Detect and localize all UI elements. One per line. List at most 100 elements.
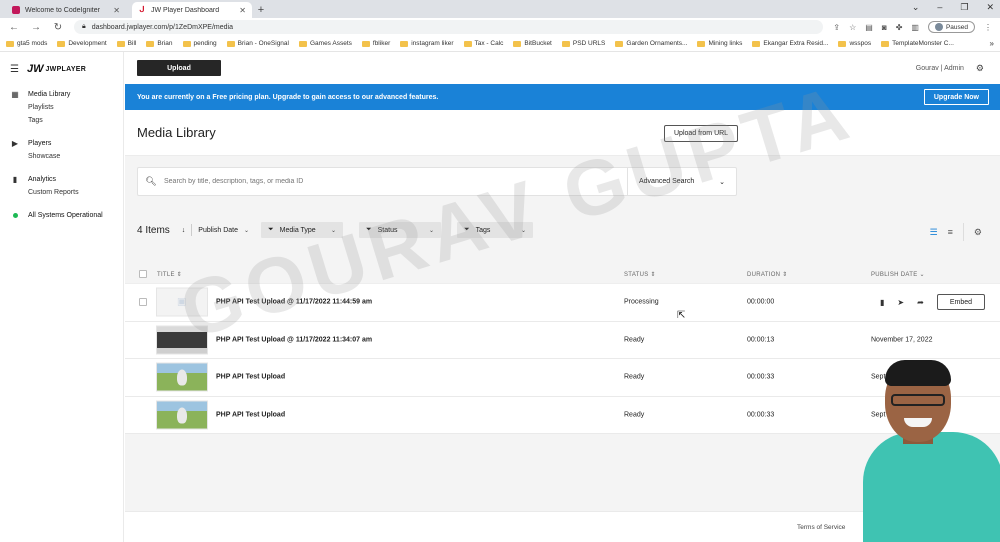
profile-status: Paused: [945, 23, 968, 31]
media-title[interactable]: PHP API Test Upload @ 11/17/2022 11:34:0…: [216, 336, 372, 343]
browser-tab-codeigniter[interactable]: Welcome to CodeIgniter ✕: [6, 2, 126, 18]
sidebar-item-showcase[interactable]: Showcase: [10, 150, 123, 163]
status-filter[interactable]: ⏷ Status ⌄: [359, 222, 442, 238]
nav-group-status: All Systems Operational: [0, 209, 123, 222]
minimize-icon[interactable]: –: [937, 2, 942, 13]
table-settings-gear-icon[interactable]: ⚙: [974, 227, 982, 238]
bookmark-item[interactable]: BitBucket: [513, 40, 552, 47]
url-input[interactable]: 🔒︎ dashboard.jwplayer.com/p/1ZeDmXPE/med…: [74, 20, 824, 34]
sort-publish-date-dropdown[interactable]: ↓ Publish Date ⌄: [178, 222, 253, 238]
bookmark-item[interactable]: fbliker: [361, 40, 390, 47]
table-row[interactable]: PHP API Test Upload @ 11/17/2022 11:44:5…: [125, 284, 1000, 322]
sidebar-item-media-library[interactable]: ▦ Media Library: [10, 88, 123, 101]
select-all-checkbox[interactable]: [139, 270, 147, 278]
forward-icon[interactable]: →: [30, 22, 42, 33]
jwplayer-logo[interactable]: JW JWPLAYER: [27, 63, 86, 75]
sidebar-item-tags[interactable]: Tags: [10, 114, 123, 127]
sidebar-item-custom-reports[interactable]: Custom Reports: [10, 186, 123, 199]
tags-filter[interactable]: ⏷ Tags ⌄: [457, 222, 534, 238]
extension-icon[interactable]: ▤: [865, 23, 873, 32]
media-status: Processing: [624, 298, 659, 306]
media-title[interactable]: PHP API Test Upload: [216, 374, 285, 381]
puzzle-icon[interactable]: ✤: [896, 23, 903, 32]
bookmark-item[interactable]: instagram liker: [400, 40, 454, 47]
bookmark-item[interactable]: wsspos: [838, 40, 871, 47]
media-thumbnail[interactable]: [156, 325, 208, 355]
search-input[interactable]: [164, 168, 627, 195]
advanced-search-dropdown[interactable]: Advanced Search ⌄: [627, 168, 736, 195]
status-ok-icon: [12, 213, 18, 218]
folder-icon: [697, 40, 706, 47]
send-icon[interactable]: ➤: [897, 298, 904, 307]
bookmark-item[interactable]: gta5 mods: [6, 40, 47, 47]
upload-button[interactable]: Upload: [137, 60, 221, 76]
bookmark-item[interactable]: Games Assets: [298, 40, 352, 47]
folder-icon: [146, 40, 155, 47]
reload-icon[interactable]: ↻: [52, 22, 64, 33]
bookmark-item[interactable]: pending: [182, 40, 217, 47]
user-role: Admin: [944, 64, 964, 72]
filter-icon: ⏷: [268, 226, 274, 233]
sidebar-item-system-status[interactable]: All Systems Operational: [10, 209, 123, 222]
media-thumbnail[interactable]: [156, 287, 208, 317]
upload-from-url-button[interactable]: Upload from URL: [664, 125, 739, 142]
media-title[interactable]: PHP API Test Upload @ 11/17/2022 11:44:5…: [216, 299, 372, 306]
media-title[interactable]: PHP API Test Upload: [216, 411, 285, 418]
sort-label: Publish Date: [198, 226, 238, 234]
bookmark-item[interactable]: Bill: [116, 40, 136, 47]
back-icon[interactable]: ←: [8, 22, 20, 33]
folder-icon: [361, 40, 370, 47]
column-header-publish-date[interactable]: PUBLISH DATE ⌄: [871, 271, 925, 278]
sidebar-item-analytics[interactable]: ▮ Analytics: [10, 173, 123, 186]
media-thumbnail[interactable]: [156, 362, 208, 392]
bookmark-item[interactable]: Garden Ornaments...: [615, 40, 687, 47]
media-type-filter[interactable]: ⏷ Media Type ⌄: [261, 222, 344, 238]
gear-icon[interactable]: ⚙: [976, 63, 984, 74]
share-icon[interactable]: ⇪: [833, 23, 840, 32]
bookmark-label: PSD URLS: [572, 40, 606, 47]
bookmark-item[interactable]: PSD URLS: [561, 40, 606, 47]
menu-dots-icon[interactable]: ⋮: [984, 23, 992, 32]
advanced-search-label: Advanced Search: [639, 178, 695, 185]
more-bookmarks-icon[interactable]: »: [990, 39, 994, 48]
column-header-status[interactable]: STATUS ⇕: [624, 271, 656, 278]
bookmark-item[interactable]: Brian - OneSignal: [226, 40, 289, 47]
star-icon[interactable]: ☆: [849, 23, 856, 32]
terms-of-service-link[interactable]: Terms of Service: [797, 524, 845, 531]
sidepanel-icon[interactable]: ▥: [911, 23, 919, 32]
close-tab-icon[interactable]: ✕: [113, 6, 120, 15]
sidebar-item-players[interactable]: ▶ Players: [10, 137, 123, 150]
new-tab-button[interactable]: +: [252, 2, 270, 18]
share-icon[interactable]: ➦: [917, 298, 924, 307]
bookmark-item[interactable]: TemplateMonster C...: [881, 40, 954, 47]
nav-group-media: ▦ Media Library Playlists Tags: [0, 88, 123, 127]
restore-icon[interactable]: ❐: [960, 2, 968, 13]
column-header-title[interactable]: TITLE ⇕: [157, 271, 182, 278]
profile-button[interactable]: Paused: [927, 21, 975, 33]
embed-button[interactable]: Embed: [936, 294, 985, 311]
bookmark-item[interactable]: Mining links: [697, 40, 742, 47]
bookmark-item[interactable]: Brian: [146, 40, 173, 47]
bookmark-item[interactable]: Development: [57, 40, 107, 47]
table-row[interactable]: PHP API Test Upload @ 11/17/2022 11:34:0…: [125, 322, 1000, 359]
sidebar-item-playlists[interactable]: Playlists: [10, 101, 123, 114]
analytics-icon[interactable]: ▮: [880, 298, 884, 307]
camera-icon[interactable]: ◙: [882, 23, 887, 32]
mouse-cursor-icon: ⇱: [677, 310, 686, 321]
compact-view-icon[interactable]: ≡: [948, 227, 953, 237]
bookmark-item[interactable]: Tax - Calc: [463, 40, 503, 47]
list-view-icon[interactable]: ☰: [930, 227, 938, 238]
row-checkbox[interactable]: [139, 298, 147, 307]
hamburger-icon[interactable]: ☰: [10, 64, 19, 75]
browser-tab-jwplayer[interactable]: ᒍ JW Player Dashboard ✕: [132, 2, 252, 18]
upgrade-now-button[interactable]: Upgrade Now: [923, 89, 989, 105]
tab-search-icon[interactable]: ⌄: [912, 2, 920, 13]
media-thumbnail[interactable]: [156, 400, 208, 430]
nav-group-players: ▶ Players Showcase: [0, 137, 123, 163]
user-menu[interactable]: Gourav | Admin: [916, 65, 964, 72]
close-tab-icon[interactable]: ✕: [239, 6, 246, 15]
bookmark-item[interactable]: Ekangar Extra Resid...: [752, 40, 828, 47]
column-header-duration[interactable]: DURATION ⇕: [747, 271, 788, 278]
chevron-down-icon: ⌄: [331, 227, 337, 234]
close-window-icon[interactable]: ✕: [986, 2, 994, 13]
